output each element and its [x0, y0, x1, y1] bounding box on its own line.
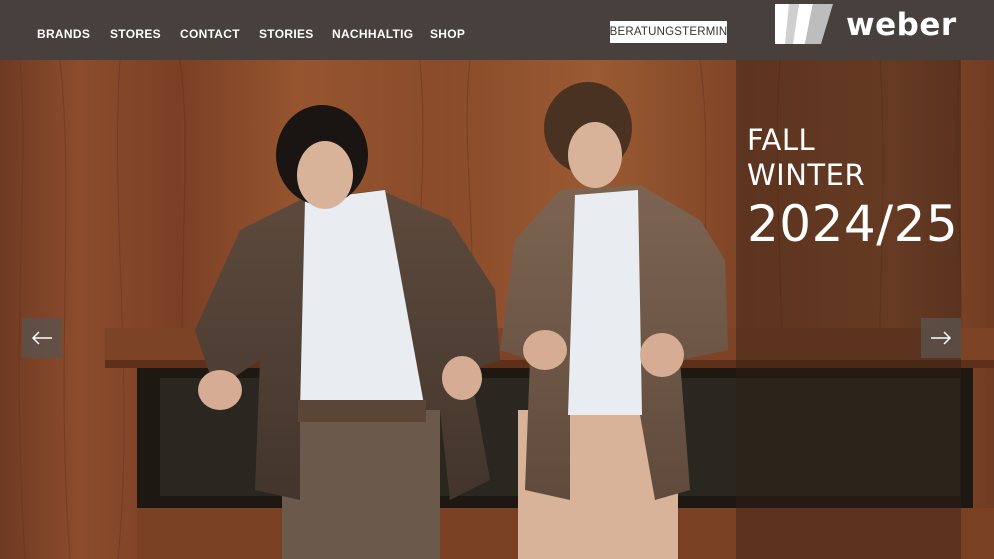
headline-line-winter: WINTER: [747, 158, 866, 192]
weber-logo[interactable]: weber: [775, 4, 956, 46]
nav-item-nachhaltig[interactable]: NACHHALTIG: [332, 27, 413, 41]
appointment-button[interactable]: BERATUNGSTERMIN: [610, 21, 727, 43]
nav-item-brands[interactable]: BRANDS: [37, 27, 90, 41]
carousel-next-button[interactable]: [921, 318, 961, 358]
nav-item-shop[interactable]: SHOP: [430, 27, 465, 41]
site-header: BRANDS STORES CONTACT STORIES NACHHALTIG…: [0, 0, 994, 60]
headline-line-fall: FALL: [747, 123, 816, 157]
season-headline: FALL WINTER 2024/25: [747, 123, 959, 253]
arrow-left-icon: [31, 331, 52, 345]
arrow-right-icon: [931, 331, 952, 345]
hero-banner: FALL WINTER 2024/25: [0, 60, 994, 559]
carousel-prev-button[interactable]: [22, 318, 62, 358]
weber-w-logo-icon: [775, 4, 833, 44]
headline-line-year: 2024/25: [747, 195, 959, 253]
nav-item-stores[interactable]: STORES: [110, 27, 161, 41]
logo-text: weber: [846, 7, 957, 43]
nav-item-contact[interactable]: CONTACT: [180, 27, 240, 41]
nav-item-stories[interactable]: STORIES: [259, 27, 314, 41]
